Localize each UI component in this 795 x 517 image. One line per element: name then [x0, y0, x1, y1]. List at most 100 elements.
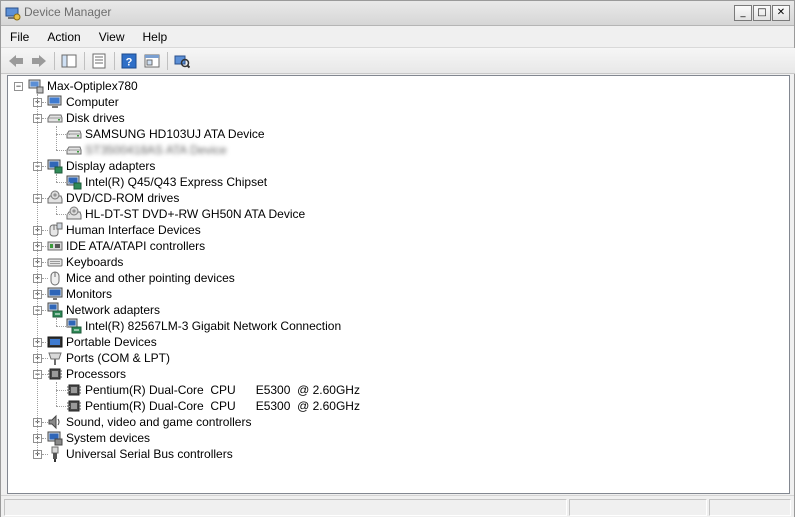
tree-connector-line — [42, 118, 48, 119]
tree-node-label: Portable Devices — [66, 335, 157, 349]
device-manager-window: Device Manager _ □ ✕ File Action View He… — [0, 0, 795, 517]
back-icon — [9, 54, 23, 67]
tree-category-ports-com-lpt[interactable]: Ports (COM & LPT) — [47, 350, 170, 366]
tree-connector-line — [56, 406, 70, 407]
tree-root-computer[interactable]: Max-Optiplex780 — [28, 78, 138, 94]
menu-view[interactable]: View — [90, 30, 134, 44]
tree-connector-line — [42, 230, 48, 231]
tree-connector-line — [56, 206, 57, 214]
network-adapter-icon — [47, 302, 63, 318]
processor-icon — [48, 368, 62, 380]
mouse-icon — [50, 271, 60, 286]
tree-node-label: Sound, video and game controllers — [66, 415, 252, 429]
tree-category-computer[interactable]: Computer — [47, 94, 119, 110]
tree-category-human-interface-devices[interactable]: Human Interface Devices — [47, 222, 201, 238]
device-manager-icon — [5, 7, 21, 21]
tree-category-disk-drives[interactable]: Disk drives — [47, 110, 125, 126]
title-bar[interactable]: Device Manager _ □ ✕ — [1, 1, 794, 26]
status-panel-secondary — [569, 499, 707, 516]
tree-category-system-devices[interactable]: System devices — [47, 430, 150, 446]
tree-device-item[interactable]: Intel(R) 82567LM-3 Gigabit Network Conne… — [66, 318, 341, 334]
tree-connector-line — [42, 374, 48, 375]
tree-category-monitors[interactable]: Monitors — [47, 286, 112, 302]
tree-category-mice-and-other-pointing-devices[interactable]: Mice and other pointing devices — [47, 270, 235, 286]
forward-icon — [32, 54, 46, 67]
tree-node-label: IDE ATA/ATAPI controllers — [66, 239, 206, 253]
tree-node-label: Network adapters — [66, 303, 161, 317]
forward-button[interactable] — [29, 52, 49, 70]
tree-node-label: Human Interface Devices — [66, 223, 201, 237]
toolbar: ? — [1, 48, 795, 74]
tree-connector-line — [42, 454, 48, 455]
menu-help[interactable]: Help — [134, 30, 177, 44]
tree-device-item[interactable]: Pentium(R) Dual-Core CPU E5300 @ 2.60GHz — [66, 382, 360, 398]
show-hide-console-tree-button[interactable] — [59, 52, 79, 70]
tree-node-label: Pentium(R) Dual-Core CPU E5300 @ 2.60GHz — [85, 383, 360, 397]
display-adapter-icon — [47, 159, 63, 174]
tree-node-label: Universal Serial Bus controllers — [66, 447, 233, 461]
menu-action[interactable]: Action — [38, 30, 89, 44]
tree-node-label: Mice and other pointing devices — [66, 271, 235, 285]
tree-node-label: Intel(R) Q45/Q43 Express Chipset — [85, 175, 268, 189]
tree-connector-line — [56, 214, 70, 215]
tree-node-label: Keyboards — [66, 255, 124, 269]
tree-category-portable-devices[interactable]: Portable Devices — [47, 334, 157, 350]
scan-hardware-button[interactable] — [172, 52, 192, 70]
tree-connector-line — [42, 294, 48, 295]
tree-node-label: DVD/CD-ROM drives — [66, 191, 180, 205]
monitor-icon — [47, 287, 63, 300]
tree-category-keyboards[interactable]: Keyboards — [47, 254, 123, 270]
device-tree[interactable]: − Max-Optiplex780 + Computer − Disk drives SAM… — [7, 75, 790, 494]
help-icon: ? — [121, 53, 137, 68]
menu-bar: File Action View Help — [1, 26, 794, 48]
tree-connector-line — [42, 278, 48, 279]
tree-node-label: Display adapters — [66, 159, 156, 173]
tree-connector-line — [56, 150, 70, 151]
window-title: Device Manager — [24, 5, 112, 19]
computer-icon — [47, 95, 62, 108]
collapse-toggle[interactable]: − — [14, 82, 23, 91]
status-bar — [1, 495, 794, 517]
tree-node-label: SAMSUNG HD103UJ ATA Device — [85, 127, 265, 141]
back-button[interactable] — [6, 52, 26, 70]
tree-node-label: HL-DT-ST DVD+-RW GH50N ATA Device — [85, 207, 306, 221]
tree-connector-line — [56, 318, 57, 326]
tree-node-label: Processors — [66, 367, 127, 381]
update-driver-button[interactable] — [142, 52, 162, 70]
tree-category-processors[interactable]: Processors — [47, 366, 126, 382]
tree-category-dvd-cd-rom-drives[interactable]: DVD/CD-ROM drives — [47, 190, 179, 206]
close-button[interactable]: ✕ — [772, 5, 790, 21]
tree-category-display-adapters[interactable]: Display adapters — [47, 158, 155, 174]
tree-device-item[interactable]: Pentium(R) Dual-Core CPU E5300 @ 2.60GHz — [66, 398, 360, 414]
tree-node-label: Ports (COM & LPT) — [66, 351, 171, 365]
usb-icon — [51, 446, 59, 462]
tree-category-ide-ata-atapi-controllers[interactable]: IDE ATA/ATAPI controllers — [47, 238, 205, 254]
tree-device-item[interactable]: ST3500418AS ATA Device — [66, 142, 227, 158]
tree-device-item[interactable]: HL-DT-ST DVD+-RW GH50N ATA Device — [66, 206, 305, 222]
menu-file[interactable]: File — [1, 30, 38, 44]
tree-node-label: ST3500418AS ATA Device — [85, 143, 227, 157]
tree-connector-line — [42, 422, 48, 423]
tree-device-item[interactable]: Intel(R) Q45/Q43 Express Chipset — [66, 174, 267, 190]
tree-category-sound-video-and-game-controllers[interactable]: Sound, video and game controllers — [47, 414, 251, 430]
tree-category-network-adapters[interactable]: Network adapters — [47, 302, 160, 318]
tree-device-item[interactable]: SAMSUNG HD103UJ ATA Device — [66, 126, 265, 142]
help-button[interactable]: ? — [119, 52, 139, 70]
properties-button[interactable] — [89, 52, 109, 70]
tree-node-label: Intel(R) 82567LM-3 Gigabit Network Conne… — [85, 319, 342, 333]
update-driver-icon — [144, 54, 160, 67]
maximize-button[interactable]: □ — [753, 5, 771, 21]
tree-connector-line — [56, 134, 70, 135]
portable-device-icon — [47, 336, 63, 348]
tree-category-universal-serial-bus-controllers[interactable]: Universal Serial Bus controllers — [47, 446, 233, 462]
tree-connector-line — [56, 390, 70, 391]
window-controls: _ □ ✕ — [734, 5, 790, 21]
ide-controller-icon — [47, 241, 63, 251]
tree-connector-line — [42, 262, 48, 263]
toolbar-separator — [84, 51, 85, 70]
tree-connector-line — [42, 438, 48, 439]
minimize-button[interactable]: _ — [734, 5, 752, 21]
toolbar-separator — [54, 51, 55, 70]
tree-connector-line — [42, 102, 48, 103]
sound-icon — [48, 414, 60, 430]
